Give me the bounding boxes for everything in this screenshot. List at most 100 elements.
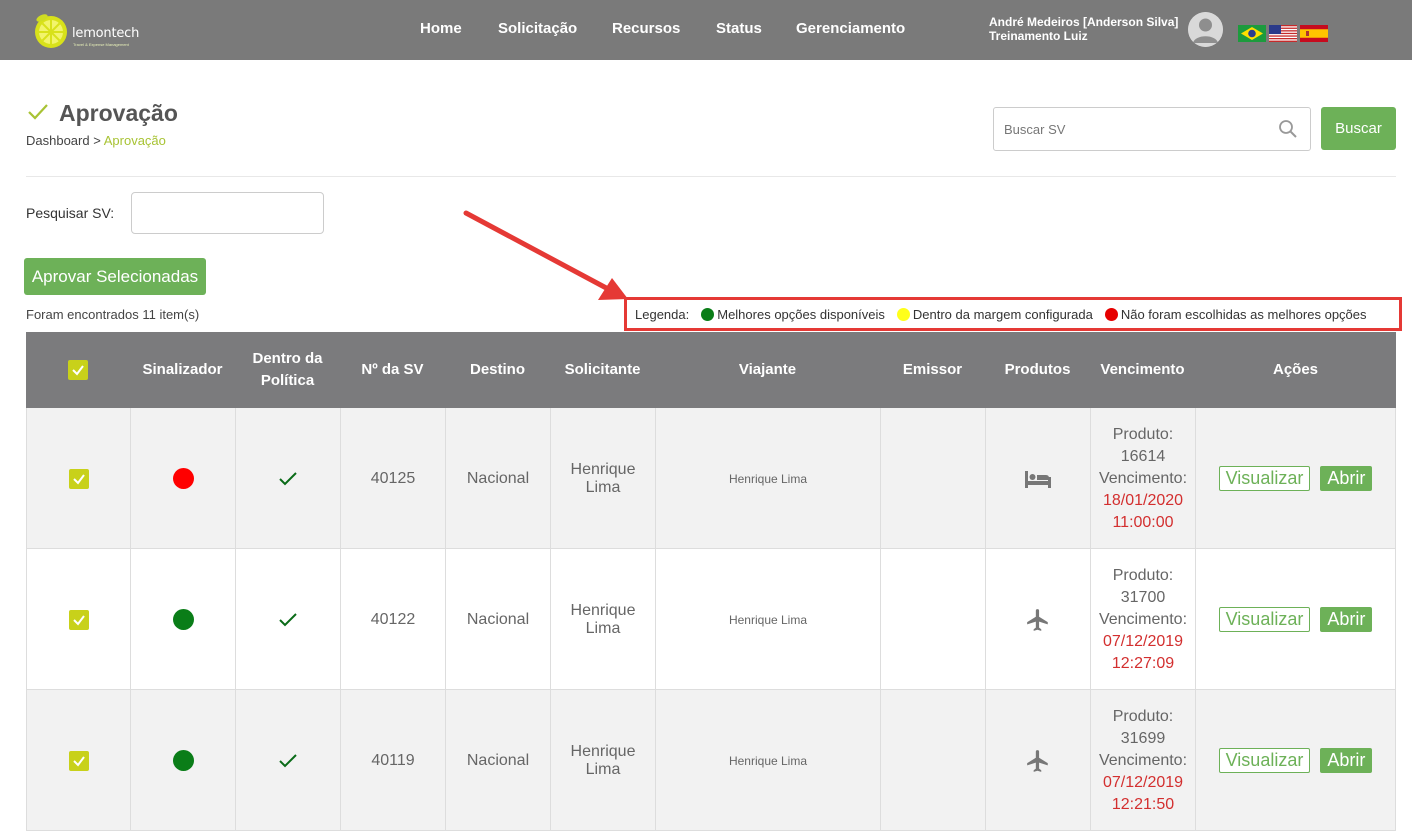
produto-label: Produto: — [1112, 425, 1174, 443]
row-checkbox[interactable] — [68, 468, 89, 489]
th-vencimento[interactable]: Vencimento — [1090, 332, 1195, 408]
legend-margin: Dentro da margem configurada — [912, 306, 1093, 322]
logo-text: lemontech — [72, 26, 140, 41]
produto-number: 16614 — [1120, 447, 1166, 465]
policy-check-icon — [279, 471, 297, 485]
user-name[interactable]: André Medeiros [Anderson Silva] — [989, 15, 1178, 29]
actions-cell: Visualizar Abrir — [1196, 690, 1396, 831]
nav-gerenciamento[interactable]: Gerenciamento — [796, 20, 905, 37]
breadcrumb-current: Aprovação — [103, 133, 166, 148]
vencimento-cell: Produto: 16614 Vencimento: 18/01/2020 11… — [1091, 408, 1196, 549]
buscar-button[interactable]: Buscar — [1321, 107, 1396, 150]
abrir-button[interactable]: Abrir — [1320, 466, 1373, 491]
breadcrumb: Dashboard > Aprovação — [26, 133, 166, 148]
search-sv-box — [993, 107, 1311, 151]
destino: Nacional — [446, 549, 551, 690]
row-select-cell — [26, 690, 131, 831]
pesquisar-sv-input[interactable] — [131, 192, 324, 234]
approve-selected-button[interactable]: Aprovar Selecionadas — [24, 258, 206, 295]
row-select-cell — [26, 408, 131, 549]
solicitante: Henrique Lima — [551, 549, 656, 690]
green-signal-icon — [172, 750, 194, 771]
product-cell — [986, 549, 1091, 690]
breadcrumb-dashboard[interactable]: Dashboard — [26, 133, 90, 148]
select-all-checkbox[interactable] — [68, 360, 88, 380]
emissor — [881, 690, 986, 831]
checkmark-icon — [72, 755, 85, 767]
signal-cell — [131, 690, 236, 831]
destino: Nacional — [446, 690, 551, 831]
viajante: Henrique Lima — [656, 408, 881, 549]
red-signal-icon — [172, 468, 194, 489]
legend-title: Legenda: — [635, 306, 690, 322]
produto-number: 31699 — [1120, 729, 1166, 747]
th-numero-sv[interactable]: Nº da SV — [340, 332, 445, 408]
sv-number: 40119 — [341, 690, 446, 831]
table-row: 40119 Nacional Henrique Lima Henrique Li… — [26, 690, 1396, 831]
vencimento-cell: Produto: 31700 Vencimento: 07/12/2019 12… — [1091, 549, 1196, 690]
airplane-icon[interactable] — [1025, 607, 1051, 633]
produto-number: 31700 — [1120, 588, 1166, 606]
visualizar-button[interactable]: Visualizar — [1218, 466, 1311, 491]
th-destino[interactable]: Destino — [445, 332, 550, 408]
nav-recursos[interactable]: Recursos — [612, 20, 680, 37]
page-title: Aprovação — [59, 100, 178, 126]
search-icon[interactable] — [1278, 119, 1298, 139]
brazil-flag-icon[interactable] — [1238, 25, 1266, 42]
legend-best: Melhores opções disponíveis — [717, 306, 885, 322]
table-header: Sinalizador Dentro da Política Nº da SV … — [26, 332, 1396, 408]
green-signal-icon — [172, 609, 194, 630]
abrir-button[interactable]: Abrir — [1320, 748, 1373, 773]
breadcrumb-separator: > — [93, 133, 101, 148]
th-emissor[interactable]: Emissor — [880, 332, 985, 408]
search-sv-input[interactable] — [994, 108, 1264, 150]
checkmark-icon — [72, 365, 84, 376]
lemontech-logo[interactable]: lemontech Travel & Expense Management — [32, 10, 142, 52]
vencimento-date: 07/12/2019 — [1102, 632, 1184, 650]
th-sinalizador[interactable]: Sinalizador — [130, 332, 235, 408]
nav-status[interactable]: Status — [716, 20, 762, 37]
signal-cell — [131, 549, 236, 690]
row-checkbox[interactable] — [68, 609, 89, 630]
th-viajante[interactable]: Viajante — [655, 332, 880, 408]
vencimento-time: 11:00:00 — [1112, 513, 1174, 531]
usa-flag-icon[interactable] — [1269, 25, 1297, 42]
vencimento-label: Vencimento: — [1098, 469, 1188, 487]
th-dentro-politica[interactable]: Dentro da Política — [235, 332, 340, 408]
policy-cell — [236, 549, 341, 690]
user-avatar-icon — [1188, 12, 1223, 47]
annotation-arrow-icon — [463, 210, 628, 300]
nav-solicitacao[interactable]: Solicitação — [498, 20, 577, 37]
user-company: Treinamento Luiz — [989, 29, 1088, 43]
policy-cell — [236, 408, 341, 549]
sv-number: 40122 — [341, 549, 446, 690]
policy-cell — [236, 690, 341, 831]
checkmark-icon — [72, 473, 85, 485]
visualizar-button[interactable]: Visualizar — [1218, 607, 1311, 632]
row-checkbox[interactable] — [68, 750, 89, 771]
th-solicitante[interactable]: Solicitante — [550, 332, 655, 408]
product-cell — [986, 408, 1091, 549]
vencimento-time: 12:21:50 — [1111, 795, 1175, 813]
top-navbar: lemontech Travel & Expense Management Ho… — [0, 0, 1412, 60]
vencimento-date: 07/12/2019 — [1102, 773, 1184, 791]
emissor — [881, 549, 986, 690]
spain-flag-icon[interactable] — [1300, 25, 1328, 42]
product-cell — [986, 690, 1091, 831]
actions-cell: Visualizar Abrir — [1196, 549, 1396, 690]
red-dot-icon — [1104, 307, 1118, 321]
viajante: Henrique Lima — [656, 549, 881, 690]
th-produtos[interactable]: Produtos — [985, 332, 1090, 408]
visualizar-button[interactable]: Visualizar — [1218, 748, 1311, 773]
nav-home[interactable]: Home — [420, 20, 462, 37]
policy-check-icon — [279, 753, 297, 767]
legend: Legenda: Melhores opções disponíveis Den… — [624, 297, 1402, 331]
yellow-dot-icon — [896, 307, 910, 321]
emissor — [881, 408, 986, 549]
airplane-icon[interactable] — [1025, 748, 1051, 774]
abrir-button[interactable]: Abrir — [1320, 607, 1373, 632]
row-select-cell — [26, 549, 131, 690]
hotel-bed-icon[interactable] — [1024, 469, 1052, 489]
avatar[interactable] — [1188, 12, 1223, 47]
vencimento-time: 12:27:09 — [1111, 654, 1175, 672]
